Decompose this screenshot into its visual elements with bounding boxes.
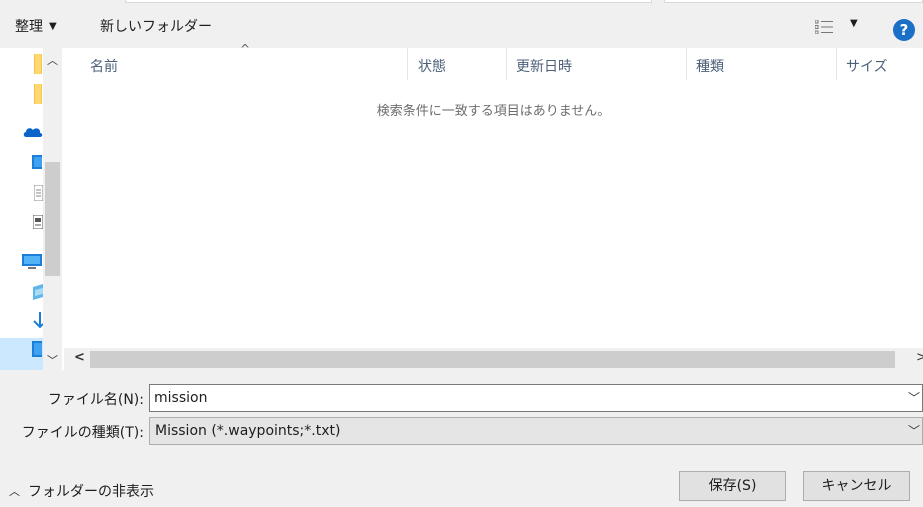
scroll-up-icon[interactable]: ︿ — [47, 52, 58, 68]
filename-label: ファイル名(N): — [47, 392, 144, 408]
nav-item-downloads[interactable] — [33, 312, 44, 334]
filetype-select[interactable]: Mission (*.waypoints;*.txt) ﹀ — [149, 417, 923, 445]
nav-item-folder[interactable] — [34, 84, 42, 108]
chevron-up-icon: ︿ — [9, 485, 20, 498]
file-list-panel — [0, 48, 923, 370]
download-icon — [33, 312, 44, 329]
view-caret-down-icon: ▼ — [850, 18, 858, 29]
view-options-button[interactable]: ▼ — [815, 18, 861, 38]
folder-icon — [34, 54, 42, 74]
empty-results-message: 検索条件に一致する項目はありません。 — [376, 104, 611, 119]
organize-button[interactable]: 整理 ▼ — [15, 16, 57, 36]
hide-folders-toggle[interactable]: ︿ フォルダーの非表示 — [9, 481, 154, 501]
nav-item-pc[interactable] — [22, 254, 42, 274]
column-header-status[interactable]: 状態 — [418, 56, 446, 76]
filename-input[interactable] — [154, 388, 894, 408]
filetype-label: ファイルの種類(T): — [21, 425, 144, 441]
desktop-icon — [32, 155, 42, 169]
document-icon — [32, 214, 44, 230]
search-box[interactable] — [664, 0, 923, 3]
column-header-row: ^ 名前 状態 更新日時 種類 サイズ — [64, 42, 923, 80]
document-icon — [33, 184, 44, 202]
hide-folders-label: フォルダーの非表示 — [28, 484, 154, 500]
nav-vertical-scrollbar[interactable]: ︿ ﹀ — [43, 48, 62, 370]
organize-label: 整理 — [15, 19, 43, 35]
nav-item-documents[interactable] — [32, 214, 44, 233]
3d-objects-icon — [33, 284, 43, 300]
chevron-down-icon[interactable]: ﹀ — [908, 389, 920, 406]
nav-item-desktop[interactable] — [32, 155, 42, 173]
nav-item-documents[interactable] — [33, 184, 44, 205]
save-button[interactable]: 保存(S) — [679, 471, 786, 501]
column-header-size[interactable]: サイズ — [846, 56, 888, 76]
help-icon[interactable]: ? — [893, 19, 915, 41]
nav-scroll-thumb[interactable] — [45, 162, 60, 276]
column-divider[interactable] — [407, 48, 408, 80]
onedrive-cloud-icon — [23, 128, 43, 137]
column-header-type[interactable]: 種類 — [696, 56, 724, 76]
scroll-down-icon[interactable]: ﹀ — [47, 352, 58, 368]
folder-icon — [34, 84, 42, 104]
scroll-left-icon[interactable]: < — [74, 350, 85, 365]
chevron-down-icon[interactable]: ﹀ — [908, 422, 920, 439]
column-header-modified[interactable]: 更新日時 — [516, 56, 572, 76]
caret-down-icon: ▼ — [49, 21, 57, 32]
new-folder-button[interactable]: 新しいフォルダー — [100, 16, 212, 36]
scroll-right-icon[interactable]: > — [916, 350, 923, 365]
nav-item-folder[interactable] — [34, 54, 42, 78]
column-divider[interactable] — [836, 48, 837, 80]
details-view-icon — [815, 20, 833, 34]
desktop-icon — [32, 341, 42, 357]
toolbar: 整理 ▼ 新しいフォルダー ▼ ? — [0, 4, 923, 48]
nav-item-selected[interactable] — [0, 338, 43, 370]
address-bar[interactable] — [125, 0, 652, 3]
sort-ascending-icon: ^ — [240, 42, 251, 56]
filename-combobox[interactable]: ﹀ — [149, 384, 923, 412]
nav-item-onedrive[interactable] — [23, 126, 43, 142]
filetype-selected-value: Mission (*.waypoints;*.txt) — [155, 423, 341, 439]
horizontal-scrollbar[interactable]: < > — [64, 348, 923, 370]
cancel-button[interactable]: キャンセル — [803, 471, 910, 501]
pc-monitor-icon — [22, 254, 42, 269]
nav-item-3d-objects[interactable] — [33, 284, 43, 304]
column-header-name[interactable]: 名前 — [90, 56, 118, 76]
column-divider[interactable] — [506, 48, 507, 80]
column-divider[interactable] — [686, 48, 687, 80]
horizontal-scroll-thumb[interactable] — [90, 351, 895, 368]
